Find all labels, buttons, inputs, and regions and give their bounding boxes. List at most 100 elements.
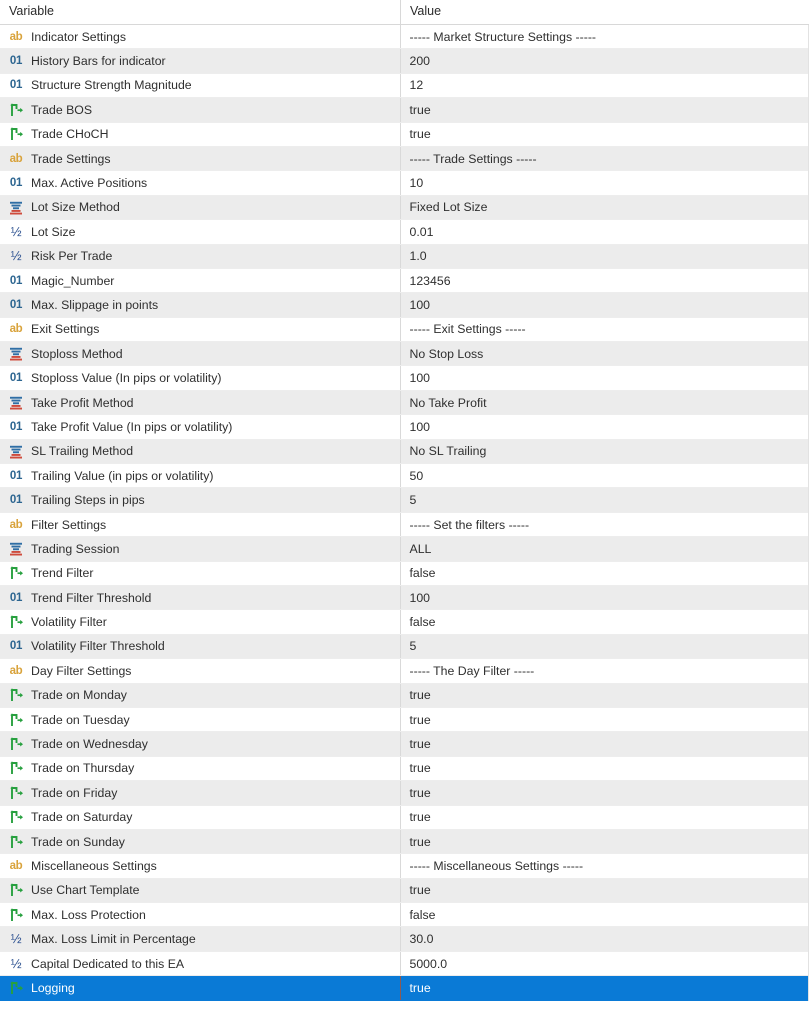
cell-variable[interactable]: Trade on Friday xyxy=(0,781,400,804)
table-row[interactable]: 01 History Bars for indicator 200 xyxy=(0,49,809,74)
cell-variable[interactable]: Take Profit Method xyxy=(0,391,400,414)
cell-variable[interactable]: Trade on Wednesday xyxy=(0,732,400,755)
column-header-variable[interactable]: Variable xyxy=(0,0,400,24)
table-row[interactable]: 01 Trailing Steps in pips 5 xyxy=(0,488,808,513)
cell-variable[interactable]: Trading Session xyxy=(0,537,400,560)
cell-value[interactable]: 30.0 xyxy=(399,927,809,951)
cell-variable[interactable]: 01 Structure Strength Magnitude xyxy=(0,74,400,97)
cell-variable[interactable]: 01 Magic_Number xyxy=(0,269,400,292)
cell-value[interactable]: No Take Profit xyxy=(399,390,809,415)
cell-value[interactable]: No SL Trailing xyxy=(399,439,809,464)
cell-value[interactable]: false xyxy=(399,903,809,927)
cell-value[interactable]: 200 xyxy=(399,49,809,73)
table-row[interactable]: 01 Structure Strength Magnitude 12 xyxy=(0,73,809,99)
table-row[interactable]: Trade on Friday true xyxy=(0,781,809,806)
table-row[interactable]: ½ Lot Size 0.01 xyxy=(0,220,809,245)
table-row[interactable]: Trade on Monday true xyxy=(0,683,809,708)
table-row[interactable]: Trade on Wednesday true xyxy=(0,732,809,757)
cell-value[interactable]: true xyxy=(399,756,809,781)
cell-variable[interactable]: ab Filter Settings xyxy=(0,513,400,536)
table-row[interactable]: Trade BOS true xyxy=(0,98,809,123)
table-row[interactable]: Trade CHoCH true xyxy=(0,122,809,147)
table-row[interactable]: ½ Risk Per Trade 1.0 xyxy=(0,244,809,269)
table-row[interactable]: Take Profit Method No Take Profit xyxy=(0,390,809,416)
cell-value[interactable]: true xyxy=(399,732,809,756)
table-row[interactable]: Trading Session ALL xyxy=(0,537,809,562)
cell-value[interactable]: 5000.0 xyxy=(399,951,809,976)
cell-variable[interactable]: Trade CHoCH xyxy=(0,123,400,146)
table-row[interactable]: 01 Trend Filter Threshold 100 xyxy=(0,585,809,611)
cell-variable[interactable]: Volatility Filter xyxy=(0,610,400,633)
table-row[interactable]: 01 Take Profit Value (In pips or volatili… xyxy=(0,415,809,440)
cell-variable[interactable]: ab Day Filter Settings xyxy=(0,659,400,682)
cell-variable[interactable]: 01 Trailing Steps in pips xyxy=(0,488,400,511)
table-row[interactable]: Logging true xyxy=(0,976,809,1001)
cell-variable[interactable]: 01 Max. Slippage in points xyxy=(0,293,400,316)
cell-variable[interactable]: Trade on Monday xyxy=(0,684,400,707)
cell-variable[interactable]: 01 Trend Filter Threshold xyxy=(0,586,400,609)
cell-value[interactable]: 100 xyxy=(399,415,809,439)
cell-value[interactable]: 10 xyxy=(399,171,809,195)
cell-value[interactable]: true xyxy=(399,781,809,805)
cell-value[interactable]: Fixed Lot Size xyxy=(399,195,809,220)
table-row[interactable]: SL Trailing Method No SL Trailing xyxy=(0,439,809,465)
cell-variable[interactable]: ab Miscellaneous Settings xyxy=(0,854,400,877)
cell-value[interactable]: false xyxy=(399,610,809,634)
table-row[interactable]: Use Chart Template true xyxy=(0,878,809,904)
cell-value[interactable]: ----- Market Structure Settings ----- xyxy=(399,25,809,49)
cell-variable[interactable]: 01 Trailing Value (in pips or volatility) xyxy=(0,464,400,487)
cell-value[interactable]: 1.0 xyxy=(399,244,809,268)
column-header-value[interactable]: Value xyxy=(400,0,809,24)
cell-variable[interactable]: Trade on Saturday xyxy=(0,806,400,829)
table-row[interactable]: Stoploss Method No Stop Loss xyxy=(0,342,809,367)
table-row[interactable]: ab Day Filter Settings ----- The Day Filte… xyxy=(0,659,809,684)
cell-value[interactable]: 100 xyxy=(399,293,809,317)
cell-value[interactable]: ALL xyxy=(399,537,809,561)
table-row[interactable]: ab Exit Settings ----- Exit Settings ----- xyxy=(0,317,809,343)
cell-variable[interactable]: ½ Risk Per Trade xyxy=(0,245,400,268)
table-row[interactable]: ab Filter Settings ----- Set the filters -… xyxy=(0,512,809,538)
cell-variable[interactable]: 01 Stoploss Value (In pips or volatility) xyxy=(0,366,400,389)
cell-variable[interactable]: Logging xyxy=(0,976,400,999)
table-row[interactable]: 01 Stoploss Value (In pips or volatility)… xyxy=(0,366,808,391)
cell-value[interactable]: 100 xyxy=(399,585,809,610)
cell-value[interactable]: true xyxy=(399,683,809,707)
cell-value[interactable]: true xyxy=(399,878,809,903)
cell-value[interactable]: true xyxy=(399,122,809,146)
cell-value[interactable]: ----- The Day Filter ----- xyxy=(399,659,809,683)
cell-value[interactable]: ----- Set the filters ----- xyxy=(399,512,809,537)
table-row[interactable]: Lot Size Method Fixed Lot Size xyxy=(0,195,809,221)
cell-value[interactable]: true xyxy=(399,805,809,829)
cell-value[interactable]: true xyxy=(399,829,809,854)
cell-variable[interactable]: 01 History Bars for indicator xyxy=(0,49,400,72)
cell-variable[interactable]: Trade on Tuesday xyxy=(0,708,400,731)
table-row[interactable]: Trade on Tuesday true xyxy=(0,707,808,733)
table-row[interactable]: ab Trade Settings ----- Trade Settings ---… xyxy=(0,146,808,172)
cell-value[interactable]: No Stop Loss xyxy=(399,342,809,366)
cell-value[interactable]: 0.01 xyxy=(399,220,809,244)
table-row[interactable]: ab Indicator Settings ----- Market Structu… xyxy=(0,25,809,50)
cell-variable[interactable]: ab Exit Settings xyxy=(0,318,400,341)
table-row[interactable]: Trend Filter false xyxy=(0,561,808,586)
cell-value[interactable]: 12 xyxy=(399,73,809,98)
table-row[interactable]: 01 Volatility Filter Threshold 5 xyxy=(0,634,809,660)
table-row[interactable]: Trade on Sunday true xyxy=(0,829,809,855)
cell-value[interactable]: 50 xyxy=(399,464,809,488)
cell-value[interactable]: ----- Exit Settings ----- xyxy=(399,317,809,342)
cell-value[interactable]: 5 xyxy=(399,634,809,659)
cell-value[interactable]: true xyxy=(399,976,809,1000)
cell-variable[interactable]: Trade on Thursday xyxy=(0,757,400,780)
cell-value[interactable]: true xyxy=(399,98,809,122)
cell-variable[interactable]: 01 Volatility Filter Threshold xyxy=(0,635,400,658)
cell-variable[interactable]: SL Trailing Method xyxy=(0,440,400,463)
cell-variable[interactable]: Trade BOS xyxy=(0,98,400,121)
cell-variable[interactable]: ab Indicator Settings xyxy=(0,25,400,48)
table-row[interactable]: 01 Magic_Number 123456 xyxy=(0,268,808,294)
cell-variable[interactable]: 01 Take Profit Value (In pips or volatili… xyxy=(0,415,400,438)
cell-value[interactable]: ----- Miscellaneous Settings ----- xyxy=(399,854,809,878)
table-row[interactable]: Volatility Filter false xyxy=(0,610,809,635)
cell-variable[interactable]: Trade on Sunday xyxy=(0,830,400,853)
cell-variable[interactable]: 01 Max. Active Positions xyxy=(0,171,400,194)
cell-variable[interactable]: ab Trade Settings xyxy=(0,147,400,170)
cell-variable[interactable]: ½ Capital Dedicated to this EA xyxy=(0,952,400,975)
